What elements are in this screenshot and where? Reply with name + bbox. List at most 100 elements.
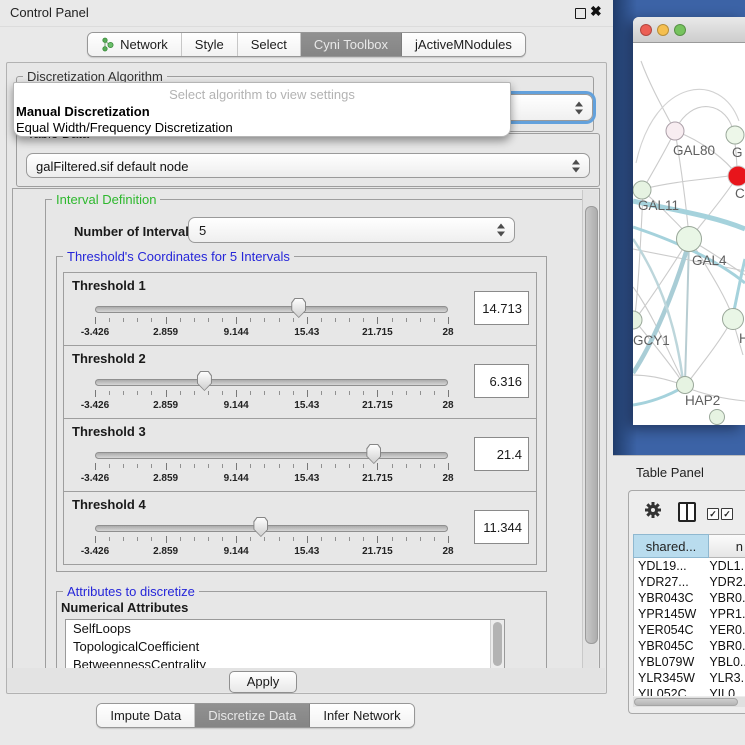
network-node[interactable] xyxy=(710,410,725,425)
slider-track[interactable] xyxy=(95,379,448,386)
tick-mark xyxy=(448,536,449,543)
table-panel-titlebar: Table Panel xyxy=(613,455,745,489)
tick-mark xyxy=(180,391,181,395)
network-node[interactable] xyxy=(633,311,642,329)
vertical-scrollbar-thumb[interactable] xyxy=(585,206,598,644)
tab-infer-network[interactable]: Infer Network xyxy=(310,704,413,727)
attribute-list-item[interactable]: SelfLoops xyxy=(66,620,504,638)
zoom-traffic-icon[interactable] xyxy=(674,24,686,36)
check-glyph: ✓ xyxy=(723,509,731,519)
table-cell[interactable]: YDL19... xyxy=(634,558,709,574)
table-cell[interactable]: YBR045C xyxy=(634,638,709,654)
table-cell[interactable]: YDL1... xyxy=(709,558,745,574)
table-row[interactable]: YBL079WYBL0... xyxy=(634,654,745,670)
table-cell[interactable]: YBR0... xyxy=(709,590,745,606)
split-columns-icon[interactable] xyxy=(678,502,696,522)
tab-select[interactable]: Select xyxy=(238,33,301,56)
network-canvas[interactable]: GAL80GCGAL11GAL4GCY1HHAP2 xyxy=(633,43,745,425)
network-node[interactable] xyxy=(726,126,744,144)
num-intervals-select[interactable]: 5 xyxy=(188,217,515,243)
table-cell[interactable]: YLR3... xyxy=(709,670,745,686)
numerical-attributes-list[interactable]: SelfLoopsTopologicalCoefficientBetweenne… xyxy=(65,619,505,670)
threshold-value-field[interactable]: 11.344 xyxy=(474,510,529,544)
tick-mark xyxy=(349,318,350,322)
list-scrollbar[interactable] xyxy=(490,620,504,670)
table-cell[interactable]: YDR27... xyxy=(634,574,709,590)
table-row[interactable]: YDR27...YDR2... xyxy=(634,574,745,590)
apply-button[interactable]: Apply xyxy=(229,671,297,693)
table-cell[interactable]: YIL052C xyxy=(634,686,709,696)
tick-mark xyxy=(250,537,251,541)
table-row[interactable]: YIL052CYIL0... xyxy=(634,686,745,696)
tab-style[interactable]: Style xyxy=(182,33,238,56)
network-edge xyxy=(693,177,737,235)
table-row[interactable]: YLR345WYLR3... xyxy=(634,670,745,686)
column-header-name[interactable]: n xyxy=(709,534,745,558)
column-header-shared[interactable]: shared... xyxy=(633,534,709,558)
table-cell[interactable]: YBL079W xyxy=(634,654,709,670)
checkbox-icon[interactable]: ✓ xyxy=(721,508,733,520)
table-cell[interactable]: YPR1... xyxy=(709,606,745,622)
tick-mark xyxy=(406,537,407,541)
tick-mark xyxy=(307,317,308,324)
horizontal-scrollbar[interactable] xyxy=(633,697,745,707)
slider-handle[interactable] xyxy=(366,444,381,464)
network-node[interactable] xyxy=(728,166,745,186)
dropdown-option-equal-width-frequency[interactable]: Equal Width/Frequency Discretization xyxy=(16,120,233,135)
slider-track[interactable] xyxy=(95,525,448,532)
vertical-scrollbar[interactable] xyxy=(582,190,598,668)
network-node[interactable] xyxy=(666,122,684,140)
group-title: Threshold's Coordinates for 5 Intervals xyxy=(63,249,294,264)
table-cell[interactable]: YIL0... xyxy=(709,686,745,696)
threshold-value-field[interactable]: 14.713 xyxy=(474,291,529,325)
table-data-select[interactable]: galFiltered.sif default node xyxy=(26,153,590,178)
tab-impute-data[interactable]: Impute Data xyxy=(97,704,195,727)
checkbox-icon[interactable]: ✓ xyxy=(707,508,719,520)
table-cell[interactable]: YDR2... xyxy=(709,574,745,590)
slider-handle[interactable] xyxy=(197,371,212,391)
network-node[interactable] xyxy=(723,309,744,330)
slider-track[interactable] xyxy=(95,452,448,459)
dropdown-option-manual-discretization[interactable]: Manual Discretization xyxy=(16,104,150,119)
network-node[interactable] xyxy=(633,181,651,199)
horizontal-scrollbar-thumb[interactable] xyxy=(634,698,738,706)
table-cell[interactable]: YER054C xyxy=(634,622,709,638)
minimize-traffic-icon[interactable] xyxy=(657,24,669,36)
table-row[interactable]: YBR045CYBR0... xyxy=(634,638,745,654)
table-row[interactable]: YDL19...YDL1... xyxy=(634,558,745,574)
network-window-titlebar[interactable] xyxy=(633,17,745,43)
top-tab-bar: Network Style Select Cyni Toolbox jActiv… xyxy=(0,32,613,56)
gear-icon[interactable] xyxy=(644,501,662,519)
network-node[interactable] xyxy=(677,377,694,394)
threshold-value-field[interactable]: 6.316 xyxy=(474,364,529,398)
network-node[interactable] xyxy=(677,227,702,252)
slider-handle[interactable] xyxy=(253,517,268,537)
network-edge xyxy=(689,320,732,381)
table-cell[interactable]: YPR145W xyxy=(634,606,709,622)
tab-cyni-toolbox[interactable]: Cyni Toolbox xyxy=(301,33,402,56)
tick-mark xyxy=(137,318,138,322)
tick-mark xyxy=(166,463,167,470)
tab-jactivemnodules[interactable]: jActiveMNodules xyxy=(402,33,525,56)
close-icon[interactable]: ✖ xyxy=(590,3,602,20)
close-traffic-icon[interactable] xyxy=(640,24,652,36)
tick-mark xyxy=(321,391,322,395)
table-cell[interactable]: YBR043C xyxy=(634,590,709,606)
table-cell[interactable]: YBR0... xyxy=(709,638,745,654)
table-row[interactable]: YBR043CYBR0... xyxy=(634,590,745,606)
tick-mark xyxy=(194,537,195,541)
attribute-list-item[interactable]: TopologicalCoefficient xyxy=(66,638,504,656)
tab-network[interactable]: Network xyxy=(88,33,182,56)
network-node-label: GCY1 xyxy=(633,333,670,348)
table-row[interactable]: YER054CYER0... xyxy=(634,622,745,638)
table-cell[interactable]: YLR345W xyxy=(634,670,709,686)
slider-track[interactable] xyxy=(95,306,448,313)
table-cell[interactable]: YBL0... xyxy=(709,654,745,670)
slider-handle[interactable] xyxy=(291,298,306,318)
tab-discretize-data[interactable]: Discretize Data xyxy=(195,704,310,727)
list-scrollbar-thumb[interactable] xyxy=(493,622,502,666)
threshold-value-field[interactable]: 21.4 xyxy=(474,437,529,471)
float-window-icon[interactable] xyxy=(575,8,586,19)
table-cell[interactable]: YER0... xyxy=(709,622,745,638)
table-row[interactable]: YPR145WYPR1... xyxy=(634,606,745,622)
